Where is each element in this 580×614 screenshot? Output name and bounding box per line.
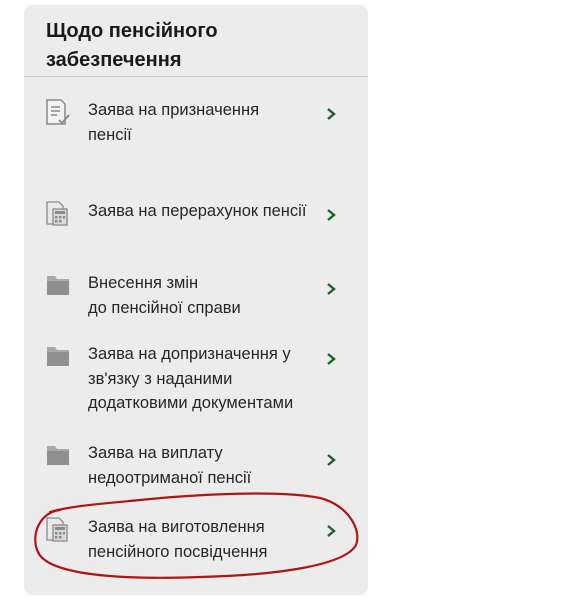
folder-icon <box>44 441 74 469</box>
chevron-right-icon <box>324 352 338 366</box>
menu-item-additional-documents[interactable]: Заява на допризначення у зв'язку з надан… <box>24 342 368 418</box>
menu-item-label: Заява на допризначення у зв'язку з надан… <box>88 345 294 412</box>
chevron-right-icon <box>324 208 338 222</box>
menu-item-pension-recalculation[interactable]: Заява на перерахунок пенсії <box>24 199 368 229</box>
chevron-right-icon <box>324 524 338 538</box>
folder-icon <box>44 271 74 299</box>
chevron-right-icon <box>324 453 338 467</box>
title-divider <box>24 76 368 77</box>
folder-icon <box>44 342 74 370</box>
menu-item-label: Внесення змін до пенсійної справи <box>88 274 241 317</box>
document-calculator-icon <box>44 515 74 543</box>
chevron-right-icon <box>324 107 338 121</box>
document-calculator-icon <box>44 199 74 227</box>
chevron-right-icon <box>324 282 338 296</box>
pension-services-panel: Щодо пенсійного забезпечення Заява на пр… <box>24 5 368 595</box>
menu-item-label: Заява на призначення пенсії <box>88 101 260 144</box>
document-check-icon <box>44 98 74 126</box>
menu-item-label: Заява на перерахунок пенсії <box>88 202 307 220</box>
menu-item-pension-assignment[interactable]: Заява на призначення пенсії <box>24 98 368 150</box>
menu-item-label: Заява на виготовлення пенсійного посвідч… <box>88 518 268 561</box>
menu-item-pension-file-changes[interactable]: Внесення змін до пенсійної справи <box>24 271 368 323</box>
menu-item-pension-certificate[interactable]: Заява на виготовлення пенсійного посвідч… <box>24 515 368 567</box>
panel-title: Щодо пенсійного забезпечення <box>46 20 218 71</box>
menu-item-unpaid-pension[interactable]: Заява на виплату недоотриманої пенсії <box>24 441 368 493</box>
menu-item-label: Заява на виплату недоотриманої пенсії <box>88 444 252 487</box>
